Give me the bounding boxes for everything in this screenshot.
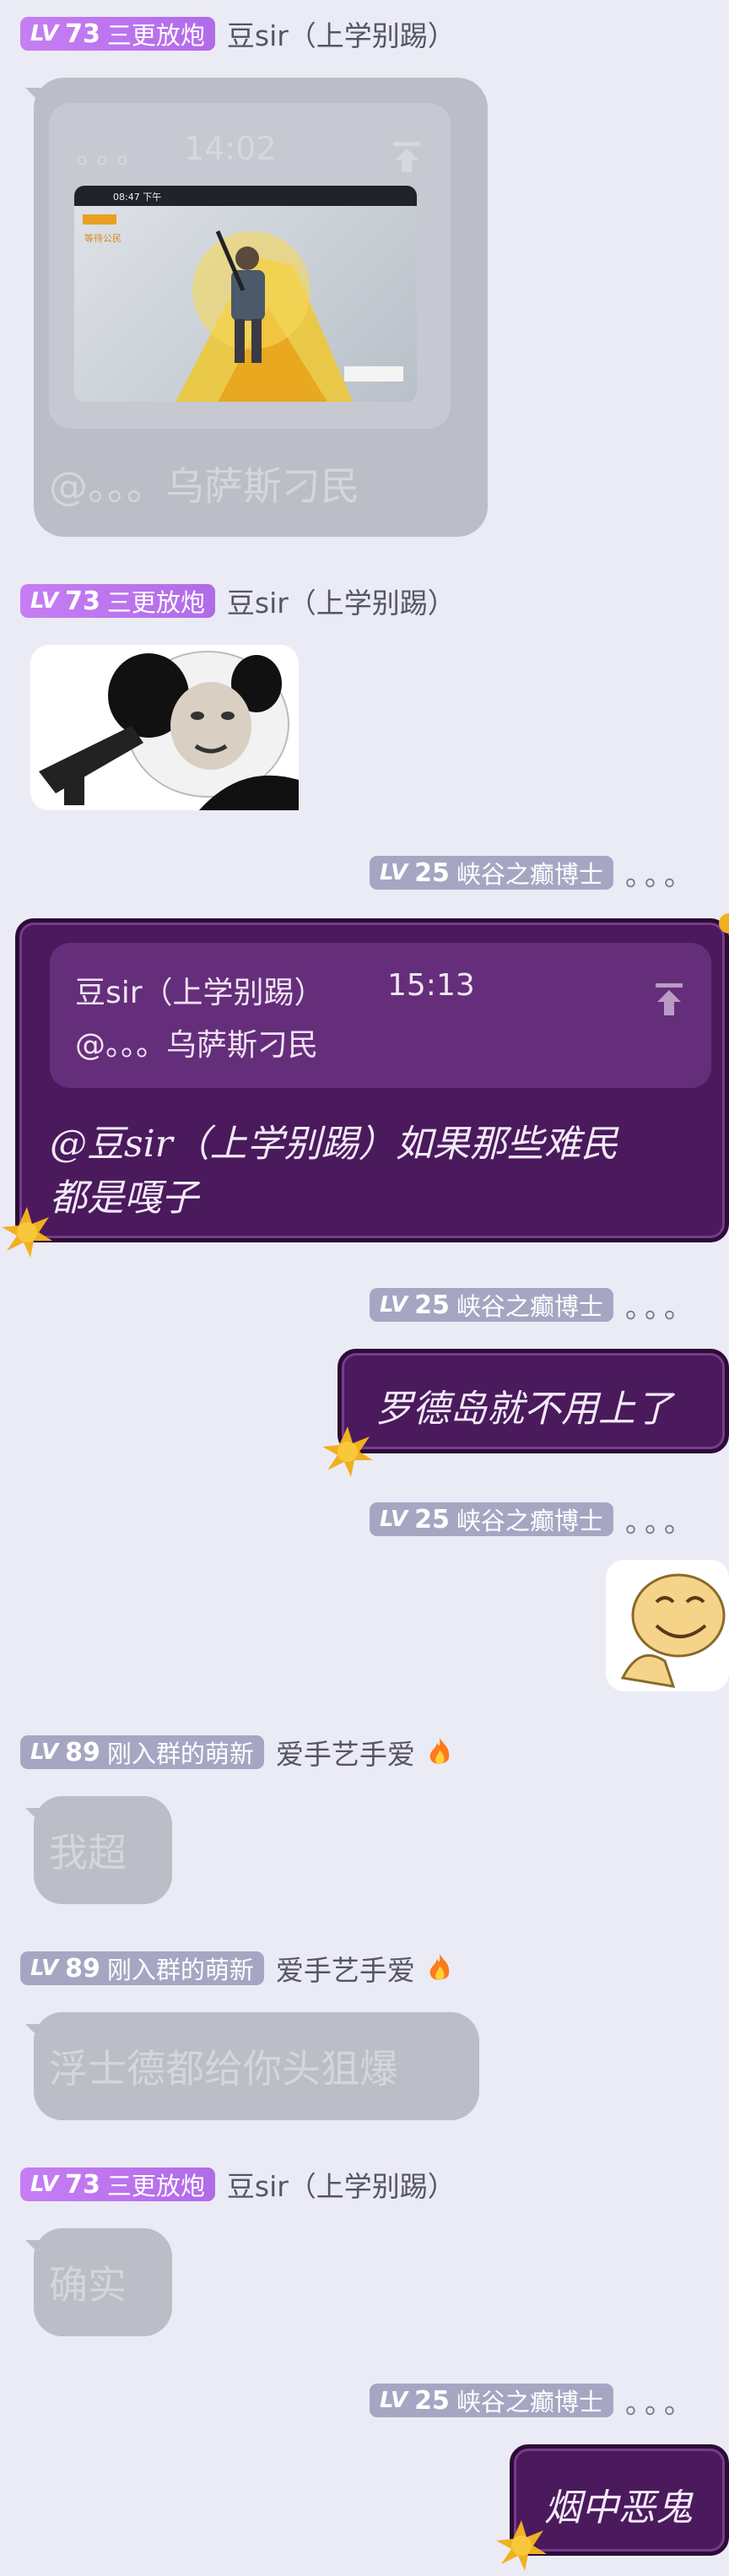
level-prefix: LV	[30, 2172, 59, 2197]
level-prefix: LV	[30, 1740, 59, 1765]
fire-icon	[429, 1954, 450, 1980]
sender-name[interactable]: 。。。	[625, 1285, 698, 1326]
text-message-bubble[interactable]: 确实	[34, 2228, 172, 2336]
level-prefix: LV	[380, 1292, 408, 1318]
message-line-2: 都是嘎子	[50, 1177, 198, 1220]
message-7-header: LV 89 刚入群的萌新 爱手艺手爱	[20, 1948, 452, 1989]
message-text: 浮士德都给你头狙爆	[49, 2046, 398, 2092]
panda-meme-sticker[interactable]	[30, 645, 299, 810]
screenshot-artwork	[83, 214, 403, 402]
level-badge[interactable]: LV 89 刚入群的萌新	[20, 1951, 264, 1985]
sender-name[interactable]: 爱手艺手爱	[276, 1948, 415, 1989]
screenshot-topbar: 08:47 下午	[74, 186, 417, 206]
game-screenshot[interactable]: 08:47 下午 等待公民	[74, 186, 417, 402]
bubble-tail	[25, 88, 51, 113]
level-title: 峡谷之癫博士	[456, 1507, 603, 1535]
level-title: 三更放炮	[106, 2172, 205, 2200]
level-number: 73	[65, 586, 100, 616]
card-time: 14:02	[184, 130, 277, 167]
level-prefix: LV	[380, 2388, 408, 2413]
level-title: 峡谷之癫博士	[456, 2388, 603, 2416]
message-5-header: LV 25 峡谷之癫博士 。。。	[370, 1499, 698, 1540]
level-number: 25	[414, 1504, 450, 1534]
level-badge[interactable]: LV 25 峡谷之癫博士	[370, 1502, 613, 1536]
forwarded-image-bubble[interactable]: 。。。 14:02 08:47 下午 等待公民 @。。。乌萨斯刁民	[25, 78, 488, 537]
level-prefix: LV	[30, 1956, 59, 1981]
level-number: 73	[65, 2169, 100, 2200]
quoted-message-card[interactable]: 豆sir（上学别踢） 15:13 @。。。乌萨斯刁民	[50, 943, 711, 1088]
sender-name[interactable]: 。。。	[625, 2380, 698, 2422]
level-badge[interactable]: LV 25 峡谷之癫博士	[370, 1288, 613, 1322]
message-4-header: LV 25 峡谷之癫博士 。。。	[370, 1285, 698, 1325]
message-6-header: LV 89 刚入群的萌新 爱手艺手爱	[20, 1732, 452, 1772]
level-prefix: LV	[30, 588, 59, 614]
level-title: 刚入群的萌新	[106, 1956, 254, 1984]
message-text: 罗德岛就不用上了	[375, 1388, 672, 1431]
level-badge[interactable]: LV 25 峡谷之癫博士	[370, 2384, 613, 2417]
screenshot-tag: 等待公民	[84, 233, 122, 244]
screenshot-time: 08:47 下午	[113, 192, 162, 203]
message-text: 确实	[49, 2262, 127, 2308]
level-number: 25	[414, 2385, 450, 2416]
message-line-1: @豆sir（上学别踢）如果那些难民	[50, 1123, 618, 1166]
quoted-text: @。。。乌萨斯刁民	[75, 1028, 319, 1063]
corner-ornament-icon	[719, 913, 729, 934]
text-message-bubble[interactable]: 浮士德都给你头狙爆	[34, 2012, 479, 2120]
level-badge[interactable]: LV 73 三更放炮	[20, 2167, 215, 2201]
sender-name[interactable]: 。。。	[625, 852, 698, 894]
sender-name[interactable]: 豆sir（上学别踢）	[227, 581, 456, 621]
sender-name[interactable]: 豆sir（上学别踢）	[227, 2164, 456, 2205]
message-1-header: LV 73 三更放炮 豆sir（上学别踢）	[20, 14, 456, 54]
quoted-time: 15:13	[387, 968, 475, 1003]
level-badge[interactable]: LV 89 刚入群的萌新	[20, 1735, 264, 1769]
level-number: 89	[65, 1737, 100, 1767]
fire-icon	[429, 1738, 450, 1764]
smiley-sticker[interactable]	[606, 1560, 729, 1691]
text-message-bubble[interactable]: 罗德岛就不用上了	[338, 1349, 729, 1453]
level-number: 89	[65, 1953, 100, 1983]
message-9-header: LV 25 峡谷之癫博士 。。。	[370, 2380, 698, 2421]
level-number: 25	[414, 1290, 450, 1320]
level-title: 刚入群的萌新	[106, 1740, 254, 1768]
level-prefix: LV	[380, 1507, 408, 1532]
quoted-sender: 豆sir（上学别踢）	[75, 976, 325, 1010]
sun-ornament-icon	[496, 2520, 547, 2571]
text-message-bubble[interactable]: 我超	[34, 1796, 172, 1904]
pin-top-icon[interactable]	[390, 140, 424, 174]
sender-name[interactable]: 。。。	[625, 1499, 698, 1540]
sun-ornament-icon	[322, 1426, 373, 1477]
image-preview-card[interactable]: 。。。 14:02 08:47 下午 等待公民	[49, 103, 451, 429]
reply-message-bubble[interactable]: 豆sir（上学别踢） 15:13 @。。。乌萨斯刁民 @豆sir（上学别踢）如果…	[15, 918, 729, 1242]
level-title: 峡谷之癫博士	[456, 1292, 603, 1321]
mention-text: @。。。乌萨斯刁民	[49, 463, 359, 509]
level-title: 三更放炮	[106, 21, 205, 50]
sender-name[interactable]: 豆sir（上学别踢）	[227, 14, 456, 54]
level-title: 峡谷之癫博士	[456, 860, 603, 889]
message-text: 烟中恶鬼	[544, 2487, 693, 2530]
message-2-header: LV 73 三更放炮 豆sir（上学别踢）	[20, 581, 456, 621]
level-number: 25	[414, 858, 450, 888]
level-title: 三更放炮	[106, 588, 205, 617]
jump-to-quote-icon[interactable]	[651, 982, 688, 1019]
message-3-header: LV 25 峡谷之癫博士 。。。	[370, 852, 698, 893]
message-8-header: LV 73 三更放炮 豆sir（上学别踢）	[20, 2164, 456, 2205]
sun-ornament-icon	[2, 1207, 52, 1258]
message-text: 我超	[49, 1830, 127, 1875]
sender-name[interactable]: 爱手艺手爱	[276, 1732, 415, 1772]
level-number: 73	[65, 19, 100, 49]
level-badge[interactable]: LV 73 三更放炮	[20, 584, 215, 618]
level-prefix: LV	[30, 21, 59, 46]
level-badge[interactable]: LV 73 三更放炮	[20, 17, 215, 51]
level-badge[interactable]: LV 25 峡谷之癫博士	[370, 856, 613, 890]
level-prefix: LV	[380, 860, 408, 885]
card-dots: 。。。	[76, 136, 153, 170]
